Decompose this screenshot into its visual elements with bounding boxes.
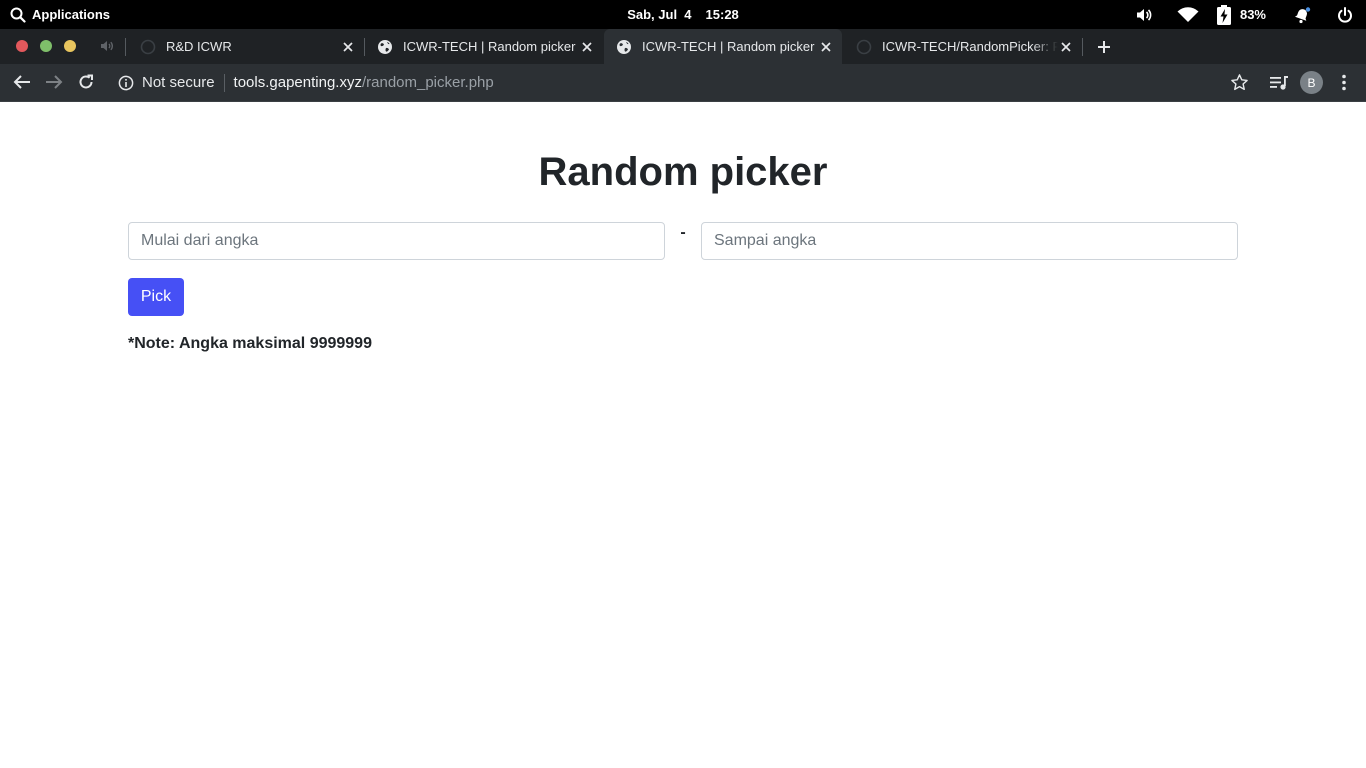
window-minimize-button[interactable] xyxy=(64,40,76,52)
tab-audio-icon[interactable] xyxy=(99,38,115,54)
globe-icon xyxy=(378,39,392,54)
web-page: Random picker - Pick *Note: Angka maksim… xyxy=(0,102,1366,768)
tab-title: ICWR-TECH | Random picker xyxy=(642,39,815,54)
tab-close-icon[interactable] xyxy=(818,39,834,55)
power-icon[interactable] xyxy=(1334,0,1356,29)
url-path: /random_picker.php xyxy=(361,74,494,91)
applications-label: Applications xyxy=(32,7,111,22)
tab-divider xyxy=(1082,38,1083,56)
tab-title: ICWR-TECH | Random picker xyxy=(403,39,576,54)
security-status[interactable]: Not secure xyxy=(142,74,215,91)
tab-rnd-icwr[interactable]: R&D ICWR xyxy=(128,29,364,64)
tab-close-icon[interactable] xyxy=(1058,39,1074,55)
tab-divider xyxy=(125,38,126,56)
wifi-icon[interactable] xyxy=(1174,0,1202,29)
url-divider xyxy=(223,73,225,92)
tab-title: ICWR-TECH/RandomPicker: Pen xyxy=(882,39,1058,54)
window-close-button[interactable] xyxy=(16,40,28,52)
notification-bell-icon[interactable] xyxy=(1290,0,1314,29)
os-top-panel: Applications Sab, Jul 4 15:28 83% xyxy=(0,0,1366,29)
tab-title: R&D ICWR xyxy=(166,39,232,54)
from-number-input[interactable] xyxy=(128,222,665,260)
url-host: tools.gapenting.xyz xyxy=(233,74,362,91)
reload-icon[interactable] xyxy=(76,72,96,92)
new-tab-plus-icon[interactable] xyxy=(1094,37,1114,57)
system-tray: 83% xyxy=(1130,0,1366,29)
to-number-input[interactable] xyxy=(701,222,1238,260)
max-number-note: *Note: Angka maksimal 9999999 xyxy=(128,335,372,352)
battery-percent: 83% xyxy=(1239,7,1266,22)
clock-time[interactable]: 15:28 xyxy=(706,7,739,22)
browser-tab-strip: R&D ICWR ICWR-TECH | Random picker ICWR-… xyxy=(0,29,1366,64)
tab-github-randompicker[interactable]: ICWR-TECH/RandomPicker: Pen xyxy=(844,29,1082,64)
back-arrow-icon[interactable] xyxy=(12,72,32,92)
search-icon xyxy=(10,7,26,23)
clock-date[interactable]: Sab, Jul 4 xyxy=(627,7,691,22)
pick-button[interactable]: Pick xyxy=(128,278,184,316)
address-bar[interactable]: Not secure tools.gapenting.xyz/random_pi… xyxy=(110,68,1260,97)
range-separator: - xyxy=(680,224,686,241)
tab-close-icon[interactable] xyxy=(579,39,595,55)
kebab-menu-icon[interactable] xyxy=(1335,73,1353,92)
window-maximize-button[interactable] xyxy=(40,40,52,52)
profile-avatar[interactable]: B xyxy=(1300,71,1323,94)
applications-menu[interactable]: Applications xyxy=(10,0,110,29)
info-icon[interactable] xyxy=(118,75,134,91)
globe-icon xyxy=(617,39,631,54)
tab-random-picker-active[interactable]: ICWR-TECH | Random picker xyxy=(604,29,842,64)
forward-arrow-icon[interactable] xyxy=(44,72,64,92)
bookmark-star-icon[interactable] xyxy=(1230,73,1249,92)
browser-toolbar: Not secure tools.gapenting.xyz/random_pi… xyxy=(0,64,1366,101)
tab-random-picker-1[interactable]: ICWR-TECH | Random picker xyxy=(365,29,603,64)
github-icon xyxy=(856,39,872,54)
tab-close-icon[interactable] xyxy=(340,39,356,55)
battery-icon[interactable] xyxy=(1214,0,1234,29)
github-icon xyxy=(140,39,156,54)
media-queue-icon[interactable] xyxy=(1269,73,1289,92)
page-title: Random picker xyxy=(538,150,828,194)
volume-icon[interactable] xyxy=(1130,0,1158,29)
